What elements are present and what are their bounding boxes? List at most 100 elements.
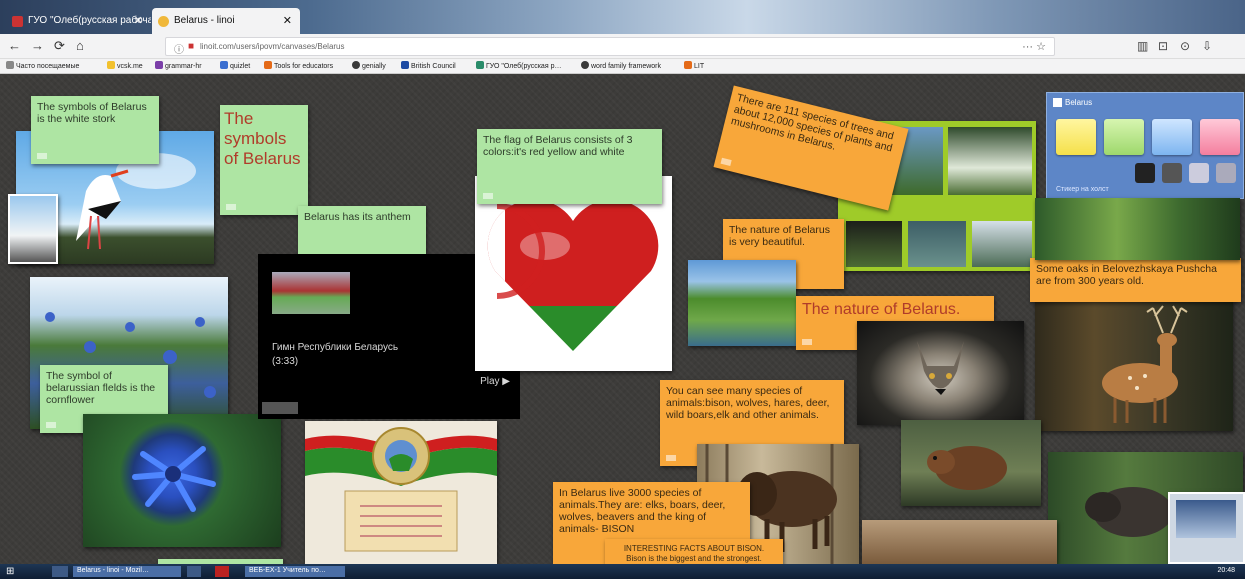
nature-photo-5 [972,221,1032,267]
taskbar-app-icon[interactable] [187,566,201,577]
linoit-favicon-icon [158,16,169,27]
download-icon[interactable]: ⇩ [1202,39,1212,53]
beaver-illustration [927,446,1007,490]
note-text: The symbols of Belarus is the white stor… [37,101,147,125]
note-stork[interactable]: The symbols of Belarus is the white stor… [31,96,159,164]
file-icon[interactable] [1216,163,1236,183]
bookmark-item[interactable]: word family framework [581,61,661,70]
taskbar-firefox[interactable]: Belarus - linoi - Mozil… [73,566,181,577]
taskbar-label: Belarus - linoi - Mozil… [77,567,149,574]
note-corner [37,153,47,159]
bookmark-item[interactable]: genially [352,61,386,70]
note-text: The symbol of belarussian flelds is the … [46,370,156,406]
tab-belarus[interactable]: Belarus - linoi ✕ [152,8,300,34]
windows-taskbar: ⊞ Belarus - linoi - Mozil… ВЕБ-ЕХ-1 Учит… [0,564,1245,579]
emblem-photo[interactable] [305,421,497,564]
screen-thumbnail[interactable] [1168,492,1245,564]
address-bar[interactable]: ⓘ ■ linoit.com/users/ipovm/canvases/Bela… [165,37,1055,56]
wolf-photo[interactable] [857,321,1024,425]
video-corner [262,402,298,414]
start-button[interactable]: ⊞ [6,566,36,577]
info-icon: ⓘ [174,45,184,56]
forward-button[interactable]: → [31,39,44,53]
note-symbols-title[interactable]: The symbols of Belarus [220,105,308,215]
bookmark-item[interactable]: LIT [684,61,704,70]
camera-icon[interactable] [1162,163,1182,183]
flag-heart-illustration [487,199,659,352]
taskbar-label: ВЕБ-ЕХ-1 Учитель по… [249,567,326,574]
beaver-photo[interactable] [901,420,1041,506]
note-text: Some oaks in Belovezhskaya Pushcha are f… [1036,263,1217,287]
taskbar-word[interactable]: ВЕБ-ЕХ-1 Учитель по… [245,566,345,577]
site-icon: ■ [188,41,195,52]
opera-icon[interactable] [215,566,229,577]
note-text: The symbols of Belarus [224,109,301,168]
nature-photo-2 [948,127,1032,195]
browser-nav-bar: ← → ⟳ ⌂ ⓘ ■ linoit.com/users/ipovm/canva… [0,34,1245,59]
tab-school[interactable]: ГУО "Олеб(русская рабочая… ✕ [6,8,151,34]
note-oaks[interactable]: Some oaks in Belovezhskaya Pushcha are f… [1030,258,1241,302]
library-icon[interactable]: ▥ [1137,39,1148,53]
close-tab-icon[interactable]: ✕ [134,14,143,27]
widget-title: Belarus [1065,98,1093,107]
sidebar-icon[interactable]: ⊡ [1158,39,1168,53]
tab-label: Belarus - linoi [174,15,235,26]
blue-sticker-swatch[interactable] [1152,119,1192,155]
note-title: INTERESTING FACTS ABOUT BISON. [623,544,765,553]
pink-sticker-swatch[interactable] [1200,119,1240,155]
linoit-canvas[interactable]: The symbols of Belarus is the white stor… [0,74,1245,564]
emblem-illustration [305,427,497,552]
system-clock: 20:48 [1217,567,1235,574]
page-actions-icon[interactable]: ··· ☆ [1022,40,1046,53]
browser-tab-bar: ГУО "Олеб(русская рабочая… ✕ Belarus - l… [0,0,1245,34]
account-icon[interactable]: ⊙ [1180,39,1190,53]
wolf-illustration [917,341,964,395]
note-corner [226,204,236,210]
video-icon[interactable] [1189,163,1209,183]
note-corner [46,422,56,428]
note-text: Bison is the biggest and the strongest. [626,554,762,563]
reload-button[interactable]: ⟳ [54,39,65,53]
hare-photo[interactable] [862,520,1057,564]
explorer-icon[interactable] [52,566,68,577]
video-title-text: Гимн Республики Беларусь [272,342,399,353]
deer-illustration [1102,305,1188,423]
sticker-palette-widget[interactable]: Belarus Стикер на холст [1046,92,1244,199]
deer-photo[interactable] [1035,298,1233,431]
url-text: linoit.com/users/ipovm/canvases/Belarus [200,42,345,51]
bookmark-item[interactable]: ГУО "Олеб(русская р… [476,61,561,70]
bookmark-item[interactable]: Часто посещаемые [6,61,79,70]
note-text: You can see many species of animals:biso… [666,385,830,421]
note-corner [483,193,493,199]
play-button[interactable]: Play ▶ [480,376,510,387]
thumbnail-image [1176,500,1236,538]
video-title: Гимн Республики Беларусь (3:33) [272,341,398,369]
bookmark-item[interactable]: Tools for educators [264,61,333,70]
note-text: Belarus has its anthem [304,211,411,223]
site-favicon-icon [12,16,23,27]
note-trees[interactable]: There are 111 species of trees and about… [713,85,909,211]
flag-heart-card[interactable] [475,176,672,371]
stork-small-photo[interactable] [8,194,58,264]
bookmark-item[interactable]: grammar-hr [155,61,202,70]
forest-aerial-photo[interactable] [1035,198,1240,260]
home-button[interactable]: ⌂ [76,39,84,53]
yellow-sticker-swatch[interactable] [1056,119,1096,155]
bookmark-item[interactable]: British Council [401,61,456,70]
bookmark-item[interactable]: vcsk.me [107,61,143,70]
river-photo[interactable] [688,260,796,346]
note-anthem[interactable]: Belarus has its anthem [298,206,426,258]
bookmark-item[interactable]: quizlet [220,61,250,70]
video-thumbnail [272,272,350,314]
note-bison-facts[interactable]: INTERESTING FACTS ABOUT BISON. Bison is … [605,539,783,564]
widget-link[interactable]: Стикер на холст [1056,186,1109,193]
green-sticker-swatch[interactable] [1104,119,1144,155]
folder-icon[interactable] [1135,163,1155,183]
note-text: There are 111 species of trees and about… [729,91,895,155]
close-tab-icon[interactable]: ✕ [283,14,292,27]
note-flag[interactable]: The flag of Belarus consists of 3 colors… [477,129,662,204]
cornflower-photo[interactable] [83,414,281,547]
note-text: The flag of Belarus consists of 3 colors… [483,134,633,158]
note-text: The nature of Belarus is very beautiful. [729,224,830,248]
back-button[interactable]: ← [8,39,21,53]
